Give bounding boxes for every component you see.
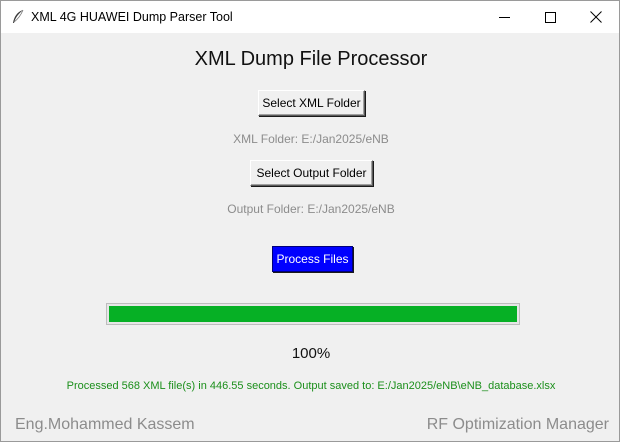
main-content: XML Dump File Processor Select XML Folde… (1, 33, 619, 441)
minimize-button[interactable] (481, 1, 527, 33)
status-message: Processed 568 XML file(s) in 446.55 seco… (66, 380, 556, 392)
progress-bar (106, 303, 520, 325)
app-window: XML 4G HUAWEI Dump Parser Tool XML Dump … (0, 0, 620, 442)
close-button[interactable] (573, 1, 619, 33)
close-icon (590, 11, 602, 23)
page-title: XML Dump File Processor (194, 48, 428, 70)
title-bar[interactable]: XML 4G HUAWEI Dump Parser Tool (1, 1, 619, 33)
feather-icon (11, 9, 25, 25)
minimize-icon (498, 12, 510, 23)
author-label: Eng.Mohammed Kassem (15, 416, 195, 433)
select-output-folder-button[interactable]: Select Output Folder (250, 160, 373, 186)
window-title: XML 4G HUAWEI Dump Parser Tool (31, 10, 233, 24)
role-label: RF Optimization Manager (426, 416, 609, 433)
select-xml-folder-button[interactable]: Select XML Folder (258, 90, 365, 116)
maximize-button[interactable] (527, 1, 573, 33)
xml-folder-label: XML Folder: E:/Jan2025/eNB (233, 132, 389, 146)
maximize-icon (544, 11, 556, 23)
progress-percent: 100% (291, 345, 331, 362)
output-folder-label: Output Folder: E:/Jan2025/eNB (227, 202, 395, 216)
process-files-button[interactable]: Process Files (272, 246, 353, 272)
progress-fill (109, 306, 517, 322)
